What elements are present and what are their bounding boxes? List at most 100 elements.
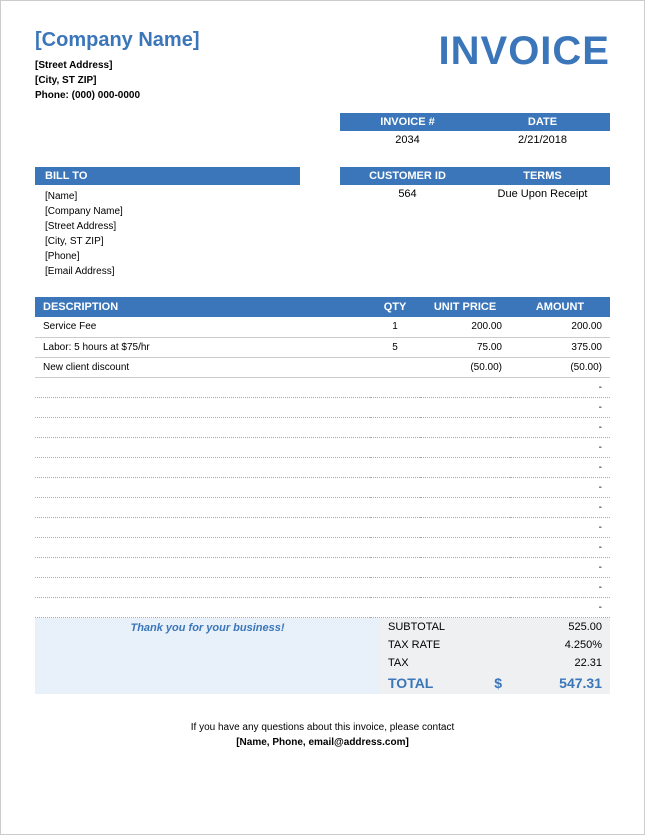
col-amount: AMOUNT: [510, 297, 610, 317]
table-row: -: [35, 497, 610, 517]
cell-amount: (50.00): [510, 357, 610, 377]
currency-symbol: $: [494, 675, 532, 691]
cell-unit-price: [420, 477, 510, 497]
tax-label: TAX: [388, 657, 502, 669]
cell-qty: 5: [370, 337, 420, 357]
cell-amount: -: [510, 437, 610, 457]
cell-amount: -: [510, 517, 610, 537]
cell-amount: -: [510, 497, 610, 517]
cell-description: [35, 397, 370, 417]
cell-description: [35, 417, 370, 437]
table-row: -: [35, 397, 610, 417]
invoice-meta-bottom: CUSTOMER ID TERMS 564 Due Upon Receipt: [340, 167, 610, 283]
table-row: -: [35, 477, 610, 497]
invoice-meta-top: INVOICE # DATE 2034 2/21/2018: [340, 113, 610, 149]
cell-unit-price: 200.00: [420, 317, 510, 337]
line-items-table: DESCRIPTION QTY UNIT PRICE AMOUNT Servic…: [35, 297, 610, 618]
cell-description: [35, 517, 370, 537]
cell-qty: [370, 557, 420, 577]
cell-qty: [370, 477, 420, 497]
footer-line1: If you have any questions about this inv…: [35, 720, 610, 735]
subtotal-value: 525.00: [502, 621, 602, 633]
col-unit-price: UNIT PRICE: [420, 297, 510, 317]
table-row: -: [35, 417, 610, 437]
table-row: -: [35, 457, 610, 477]
cell-description: [35, 377, 370, 397]
cell-description: [35, 537, 370, 557]
cell-amount: -: [510, 377, 610, 397]
cell-unit-price: [420, 437, 510, 457]
totals-section: SUBTOTAL 525.00 TAX RATE 4.250% TAX 22.3…: [380, 618, 610, 694]
cell-unit-price: [420, 557, 510, 577]
col-description: DESCRIPTION: [35, 297, 370, 317]
cell-description: [35, 457, 370, 477]
cell-unit-price: [420, 497, 510, 517]
table-row: -: [35, 577, 610, 597]
terms-label: TERMS: [475, 167, 610, 185]
cell-description: [35, 577, 370, 597]
cell-qty: 1: [370, 317, 420, 337]
total-label: TOTAL: [388, 675, 494, 691]
thank-you-message: Thank you for your business!: [43, 622, 372, 634]
billto-company: [Company Name]: [45, 204, 290, 219]
table-row: -: [35, 537, 610, 557]
invoice-num: 2034: [340, 131, 475, 149]
cell-unit-price: [420, 597, 510, 617]
cell-description: Service Fee: [35, 317, 370, 337]
invoice-title: INVOICE: [439, 29, 610, 74]
cell-unit-price: [420, 517, 510, 537]
cell-qty: [370, 597, 420, 617]
cell-description: New client discount: [35, 357, 370, 377]
cell-unit-price: [420, 377, 510, 397]
cell-description: [35, 557, 370, 577]
cell-unit-price: [420, 457, 510, 477]
total-value: 547.31: [532, 675, 602, 691]
cell-unit-price: [420, 577, 510, 597]
table-row: -: [35, 557, 610, 577]
cell-description: [35, 477, 370, 497]
cell-description: [35, 437, 370, 457]
billto-city: [City, ST ZIP]: [45, 234, 290, 249]
table-row: -: [35, 597, 610, 617]
billto-phone: [Phone]: [45, 249, 290, 264]
footer-line2: [Name, Phone, email@address.com]: [35, 735, 610, 750]
cell-description: [35, 597, 370, 617]
cell-qty: [370, 517, 420, 537]
cell-qty: [370, 417, 420, 437]
invoice-date: 2/21/2018: [475, 131, 610, 149]
cell-qty: [370, 577, 420, 597]
cell-qty: [370, 537, 420, 557]
cell-qty: [370, 497, 420, 517]
subtotal-label: SUBTOTAL: [388, 621, 502, 633]
cell-unit-price: [420, 397, 510, 417]
bill-to-section: BILL TO [Name] [Company Name] [Street Ad…: [35, 167, 300, 283]
cell-amount: -: [510, 457, 610, 477]
cell-qty: [370, 437, 420, 457]
footer: If you have any questions about this inv…: [35, 720, 610, 750]
cell-qty: [370, 457, 420, 477]
company-street: [Street Address]: [35, 58, 199, 73]
cell-description: [35, 497, 370, 517]
cell-amount: -: [510, 397, 610, 417]
company-phone: Phone: (000) 000-0000: [35, 88, 199, 103]
billto-name: [Name]: [45, 189, 290, 204]
taxrate-value: 4.250%: [502, 639, 602, 651]
terms: Due Upon Receipt: [475, 185, 610, 203]
cell-qty: [370, 397, 420, 417]
cell-amount: 375.00: [510, 337, 610, 357]
billto-street: [Street Address]: [45, 219, 290, 234]
cell-amount: 200.00: [510, 317, 610, 337]
taxrate-label: TAX RATE: [388, 639, 502, 651]
table-row: Labor: 5 hours at $75/hr575.00375.00: [35, 337, 610, 357]
table-row: Service Fee1200.00200.00: [35, 317, 610, 337]
col-qty: QTY: [370, 297, 420, 317]
cell-unit-price: [420, 537, 510, 557]
invoice-num-label: INVOICE #: [340, 113, 475, 131]
billto-email: [Email Address]: [45, 264, 290, 279]
date-label: DATE: [475, 113, 610, 131]
company-city: [City, ST ZIP]: [35, 73, 199, 88]
cell-amount: -: [510, 477, 610, 497]
customer-id-label: CUSTOMER ID: [340, 167, 475, 185]
cell-unit-price: [420, 417, 510, 437]
cell-amount: -: [510, 597, 610, 617]
